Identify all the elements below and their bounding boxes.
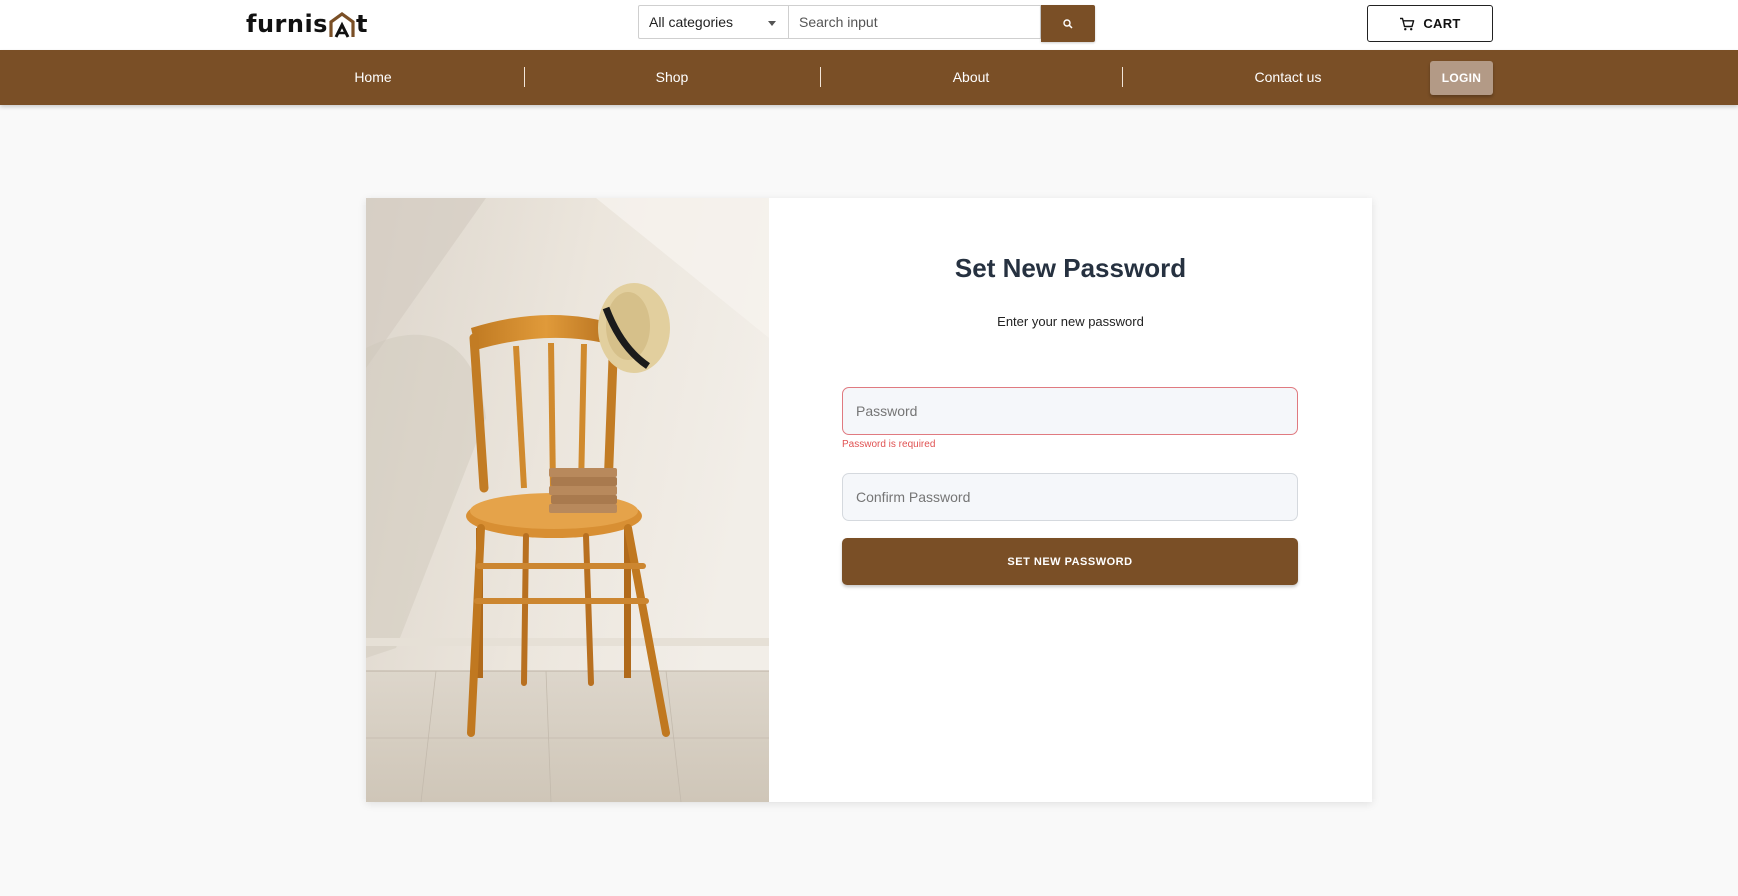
category-select-value: All categories xyxy=(649,14,734,30)
nav-divider xyxy=(524,67,525,87)
cart-button[interactable]: CART xyxy=(1367,5,1493,42)
reset-password-card: Set New Password Enter your new password… xyxy=(366,198,1372,802)
nav-divider xyxy=(820,67,821,87)
password-field[interactable] xyxy=(842,387,1298,435)
form-area: Set New Password Enter your new password… xyxy=(769,198,1372,802)
search-button[interactable] xyxy=(1041,5,1095,42)
search-icon xyxy=(1063,18,1073,29)
top-header: furnis t All categories CART xyxy=(0,0,1738,50)
nav-item-contact[interactable]: Contact us xyxy=(1208,50,1368,105)
nav-item-shop[interactable]: Shop xyxy=(592,50,752,105)
cart-icon xyxy=(1400,17,1415,30)
search-input[interactable] xyxy=(789,5,1041,39)
cart-label: CART xyxy=(1423,16,1461,31)
page-subtitle: Enter your new password xyxy=(997,314,1144,329)
logo[interactable]: furnis t xyxy=(246,10,368,38)
chair-photo xyxy=(366,198,769,802)
logo-house-icon xyxy=(329,12,355,38)
set-new-password-button[interactable]: SET NEW PASSWORD xyxy=(842,538,1298,585)
confirm-password-field[interactable] xyxy=(842,473,1298,521)
login-button[interactable]: LOGIN xyxy=(1430,61,1493,95)
nav-item-home[interactable]: Home xyxy=(293,50,453,105)
chevron-down-icon xyxy=(768,21,776,26)
nav-divider xyxy=(1122,67,1123,87)
password-error-text: Password is required xyxy=(842,439,936,450)
category-select[interactable]: All categories xyxy=(638,5,789,39)
page-title: Set New Password xyxy=(954,253,1187,283)
logo-text-right: t xyxy=(355,10,368,38)
nav-item-about[interactable]: About xyxy=(891,50,1051,105)
logo-text-left: furnis xyxy=(246,10,328,38)
main-nav: Home Shop About Contact us LOGIN xyxy=(0,50,1738,105)
